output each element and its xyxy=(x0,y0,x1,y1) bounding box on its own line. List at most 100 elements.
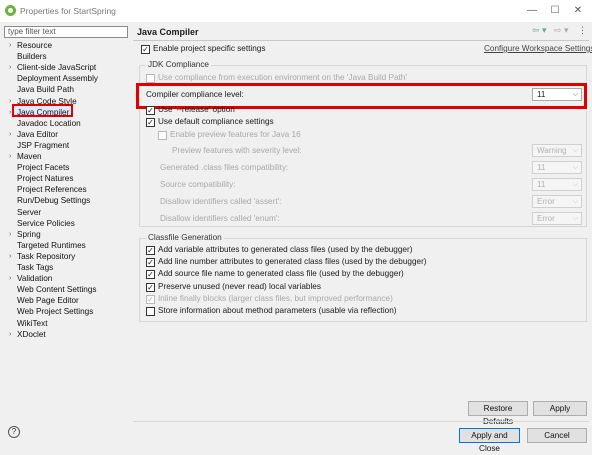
close-button[interactable]: ✕ xyxy=(566,3,590,19)
tree-item[interactable]: › Client-side JavaScript xyxy=(9,62,97,73)
disallow-assert-select[interactable]: Error ⌵ xyxy=(532,195,582,208)
tree-item-label: XDoclet xyxy=(17,329,46,339)
preview-severity-select[interactable]: Warning ⌵ xyxy=(532,144,582,157)
forward-nav-icon[interactable]: ⇨ ▾ xyxy=(554,25,569,36)
enable-project-specific-label: Enable project specific settings xyxy=(153,44,266,53)
chevron-right-icon[interactable]: › xyxy=(9,40,17,51)
tree-item[interactable]: Builders xyxy=(17,51,47,62)
tree-item[interactable]: Server xyxy=(17,207,41,218)
tree-item-label: WikiText xyxy=(17,318,48,328)
tree-item-label: Project Facets xyxy=(17,163,70,173)
footer-divider xyxy=(133,421,589,422)
tree-item-label: Resource xyxy=(17,41,53,50)
tree-item[interactable]: › Validation xyxy=(9,273,52,284)
page-title: Java Compiler xyxy=(137,27,199,37)
tree-item-label: Web Project Settings xyxy=(17,307,94,317)
classfile-option-label: Store information about method parameter… xyxy=(158,306,397,315)
tree-item-label: Maven xyxy=(17,152,42,161)
help-icon[interactable]: ? xyxy=(8,426,20,438)
tree-item-label: Javadoc Location xyxy=(17,118,81,128)
use-release-checkbox[interactable]: ✓ xyxy=(146,106,155,115)
chevron-down-icon: ⌵ xyxy=(572,91,578,98)
chevron-right-icon[interactable]: › xyxy=(9,151,17,162)
tree-item[interactable]: Service Policies xyxy=(17,218,75,229)
tree-item[interactable]: Deployment Assembly xyxy=(17,73,98,84)
chevron-down-icon: ⌵ xyxy=(572,147,578,154)
tree-item[interactable]: › XDoclet xyxy=(9,329,46,340)
source-compat-value: 11 xyxy=(537,180,546,189)
classfile-option-checkbox[interactable]: ✓ xyxy=(146,270,155,280)
tree-item[interactable]: JSP Fragment xyxy=(17,140,69,151)
use-exec-env-label: Use compliance from execution environmen… xyxy=(158,73,407,82)
maximize-button[interactable]: ☐ xyxy=(543,3,567,19)
classfile-option-checkbox[interactable]: ✓ xyxy=(146,294,155,304)
tree-item-label: Spring xyxy=(17,229,41,239)
tree-item-label: Project Natures xyxy=(17,174,74,184)
disallow-assert-value: Error xyxy=(537,197,555,206)
tree-item[interactable]: › Maven xyxy=(9,151,42,162)
tree-item[interactable]: Project Natures xyxy=(17,173,73,184)
chevron-right-icon[interactable]: › xyxy=(9,107,17,118)
tree-item[interactable]: Web Page Editor xyxy=(17,295,79,306)
chevron-right-icon[interactable]: › xyxy=(9,273,17,284)
chevron-down-icon: ⌵ xyxy=(572,215,578,222)
apply-button[interactable]: Apply xyxy=(533,401,587,416)
configure-workspace-link[interactable]: Configure Workspace Settings... xyxy=(484,44,592,53)
disallow-assert-label: Disallow identifiers called 'assert': xyxy=(160,197,282,206)
tree-item[interactable]: Project References xyxy=(17,184,87,195)
tree-item[interactable]: Web Project Settings xyxy=(17,306,93,317)
header-divider xyxy=(133,40,589,41)
chevron-right-icon[interactable]: › xyxy=(9,129,17,140)
enable-preview-checkbox[interactable] xyxy=(158,131,167,140)
disallow-enum-select[interactable]: Error ⌵ xyxy=(532,212,582,225)
tree-item-label: Client-side JavaScript xyxy=(17,63,97,73)
apply-and-close-button[interactable]: Apply and Close xyxy=(459,428,520,453)
minimize-button[interactable]: — xyxy=(520,3,544,19)
tree-item-label: Project References xyxy=(17,185,87,195)
chevron-right-icon[interactable]: › xyxy=(9,96,17,107)
classfile-option-label: Preserve unused (never read) local varia… xyxy=(158,281,321,291)
tree-item-label: Task Repository xyxy=(17,251,76,261)
classfile-option-checkbox[interactable] xyxy=(146,307,155,316)
classfile-option-checkbox[interactable]: ✓ xyxy=(146,258,155,268)
tree-item[interactable]: › Resource xyxy=(9,40,53,51)
tree-item[interactable]: Targeted Runtimes xyxy=(17,240,86,251)
tree-item[interactable]: › Spring xyxy=(9,229,41,240)
chevron-right-icon[interactable]: › xyxy=(9,229,17,240)
cancel-button[interactable]: Cancel xyxy=(527,428,587,443)
compliance-level-select[interactable]: 11 ⌵ xyxy=(532,88,582,101)
enable-project-specific-checkbox[interactable]: ✓ xyxy=(141,45,150,54)
source-compat-select[interactable]: 11 ⌵ xyxy=(532,178,582,191)
chevron-down-icon: ⌵ xyxy=(572,164,578,171)
tree-item-label: Web Content Settings xyxy=(17,285,97,295)
tree-item[interactable]: WikiText xyxy=(17,318,47,329)
tree-item[interactable]: Java Build Path xyxy=(17,84,74,95)
classfile-option-checkbox[interactable]: ✓ xyxy=(146,282,155,292)
tree-item[interactable]: Javadoc Location xyxy=(17,118,81,129)
use-exec-env-checkbox[interactable] xyxy=(146,74,155,83)
classfile-option-checkbox[interactable]: ✓ xyxy=(146,246,155,255)
tree-item[interactable]: Web Content Settings xyxy=(17,284,97,295)
generated-compat-select[interactable]: 11 ⌵ xyxy=(532,161,582,174)
tree-item[interactable]: › Java Code Style xyxy=(9,96,77,107)
generated-compat-label: Generated .class files compatibility: xyxy=(160,163,289,172)
tree-item-label: JSP Fragment xyxy=(17,140,70,150)
tree-item[interactable]: Task Tags xyxy=(17,262,53,273)
disallow-enum-label: Disallow identifiers called 'enum': xyxy=(160,214,280,223)
restore-defaults-button[interactable]: Restore Defaults xyxy=(468,401,528,426)
tree-item[interactable]: › Task Repository xyxy=(9,251,76,262)
chevron-right-icon[interactable]: › xyxy=(9,62,17,73)
tree-item[interactable]: Run/Debug Settings xyxy=(17,195,90,206)
filter-input[interactable]: type filter text xyxy=(4,26,128,38)
back-nav-icon[interactable]: ⇦ ▾ xyxy=(532,25,547,36)
chevron-right-icon[interactable]: › xyxy=(9,329,17,340)
chevron-down-icon: ⌵ xyxy=(572,181,578,188)
view-menu-icon[interactable]: ⋮ xyxy=(578,25,587,36)
tree-item[interactable]: › Java Compiler xyxy=(9,107,69,118)
tree-item[interactable]: › Java Editor xyxy=(9,129,58,140)
use-default-compliance-checkbox[interactable]: ✓ xyxy=(146,118,155,127)
chevron-right-icon[interactable]: › xyxy=(9,251,17,262)
tree-item[interactable]: Project Facets xyxy=(17,162,69,173)
tree-item-label: Service Policies xyxy=(17,218,75,228)
preview-severity-value: Warning xyxy=(537,146,567,155)
